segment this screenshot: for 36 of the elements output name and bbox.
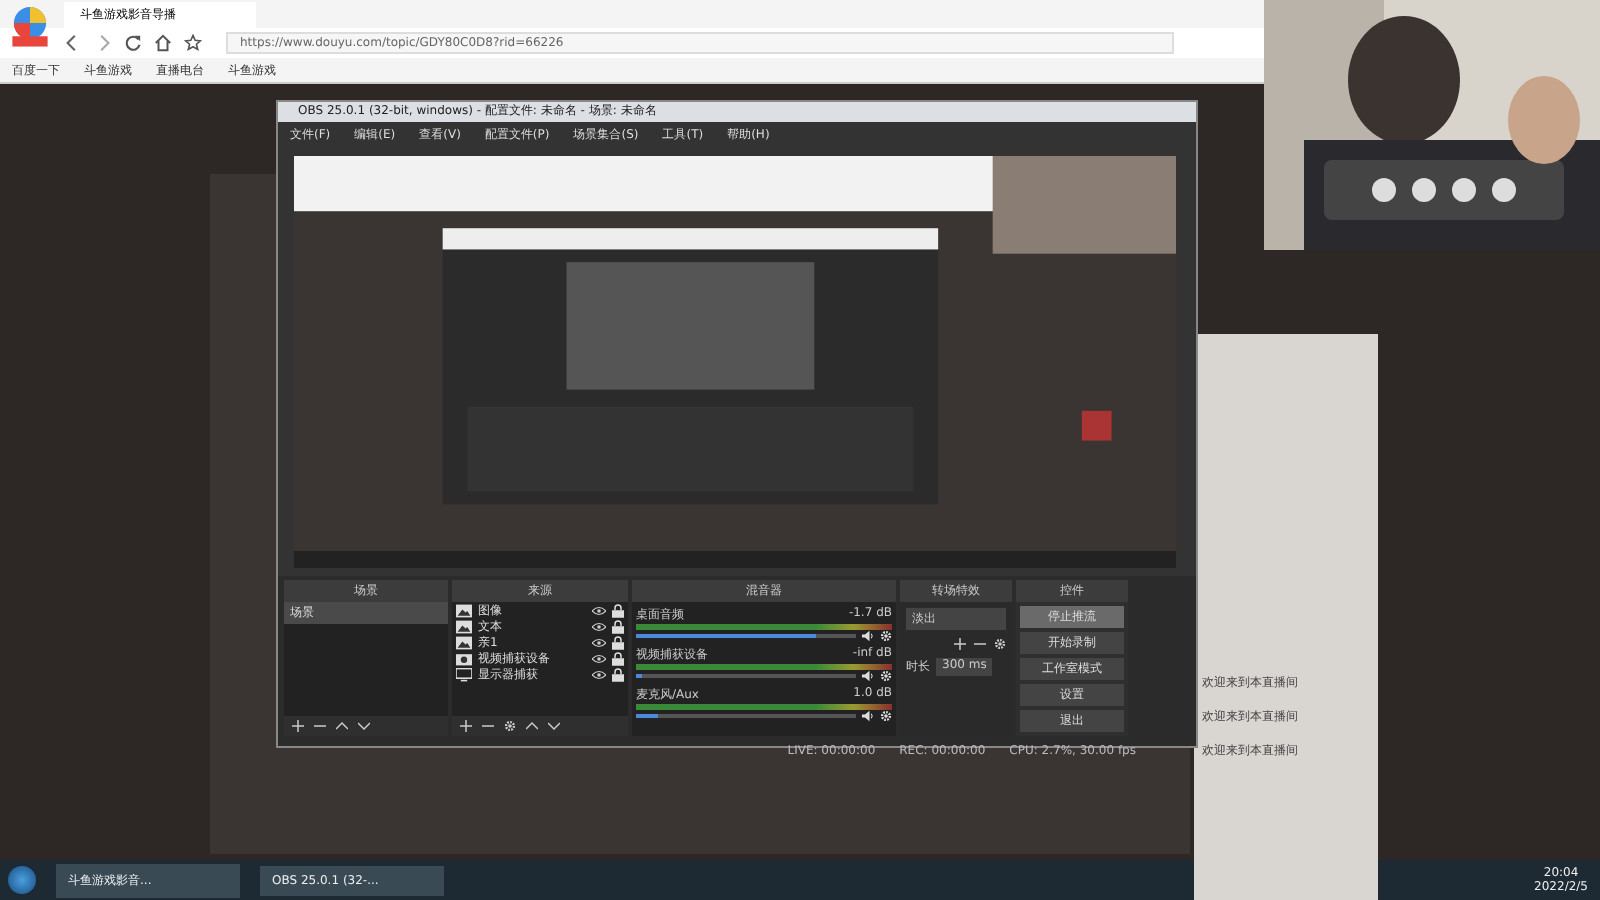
start-icon[interactable] xyxy=(8,866,36,894)
speaker-icon[interactable] xyxy=(862,710,874,722)
browser-logo-icon xyxy=(8,4,52,48)
settings-icon[interactable] xyxy=(504,720,516,732)
remove-icon[interactable] xyxy=(482,720,494,732)
speaker-icon[interactable] xyxy=(862,670,874,682)
eye-icon[interactable] xyxy=(592,669,606,679)
monitor-icon xyxy=(456,667,472,681)
camera-icon xyxy=(456,651,472,665)
remove-icon[interactable] xyxy=(974,638,986,650)
settings-icon[interactable] xyxy=(880,710,892,722)
settings-icon[interactable] xyxy=(880,670,892,682)
lock-icon[interactable] xyxy=(612,651,624,665)
eye-icon[interactable] xyxy=(592,621,606,631)
back-icon[interactable] xyxy=(64,33,82,52)
eye-icon[interactable] xyxy=(592,605,606,615)
down-icon[interactable] xyxy=(548,720,560,732)
settings-icon[interactable] xyxy=(994,638,1006,650)
lock-icon[interactable] xyxy=(612,619,624,633)
remove-icon[interactable] xyxy=(314,720,326,732)
lock-icon[interactable] xyxy=(612,635,624,649)
add-icon[interactable] xyxy=(292,720,304,732)
lock-icon[interactable] xyxy=(612,603,624,617)
add-icon[interactable] xyxy=(460,720,472,732)
star-icon[interactable] xyxy=(184,33,202,52)
eye-icon[interactable] xyxy=(592,653,606,663)
down-icon[interactable] xyxy=(358,720,370,732)
eye-icon[interactable] xyxy=(592,637,606,647)
lock-icon[interactable] xyxy=(612,667,624,681)
up-icon[interactable] xyxy=(526,720,538,732)
speaker-icon[interactable] xyxy=(862,630,874,642)
settings-icon[interactable] xyxy=(880,630,892,642)
reload-icon[interactable] xyxy=(124,33,142,52)
home-icon[interactable] xyxy=(154,33,172,52)
up-icon[interactable] xyxy=(336,720,348,732)
add-icon[interactable] xyxy=(954,638,966,650)
